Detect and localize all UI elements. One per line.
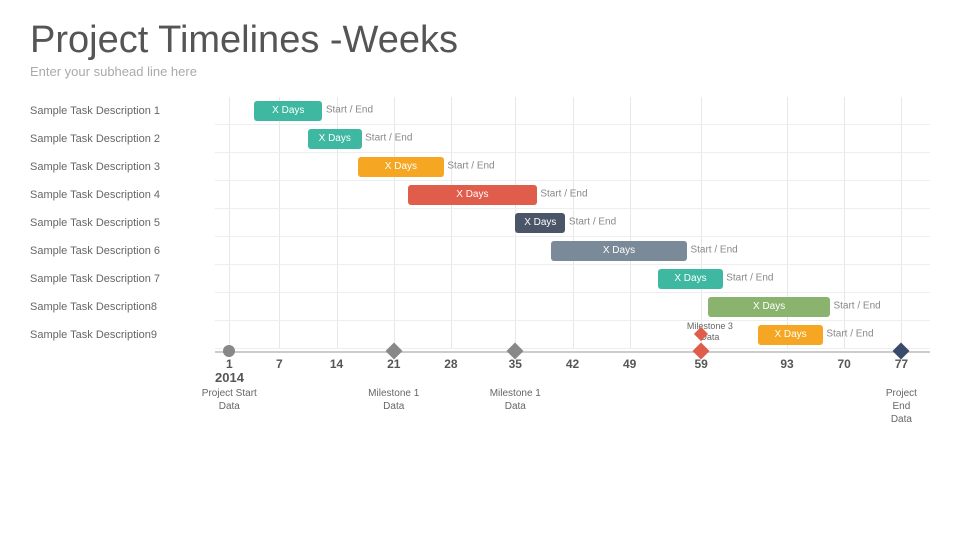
- axis-week-tick: 42: [566, 357, 579, 371]
- milestone-axis-label: Milestone 1Data: [368, 387, 419, 413]
- task-label: Sample Task Description8: [30, 293, 215, 321]
- gantt-row: X Days Start / End: [215, 265, 930, 293]
- milestone-axis-label: Project EndData: [886, 387, 917, 426]
- gantt-bar: X Days: [758, 325, 822, 345]
- task-label: Sample Task Description9: [30, 321, 215, 349]
- task-label: Sample Task Description 7: [30, 265, 215, 293]
- gantt-row: X Days Start / End: [215, 209, 930, 237]
- gantt-bar: X Days: [358, 157, 444, 177]
- year-label: 2014: [215, 370, 244, 385]
- gantt-bar: X Days: [551, 241, 687, 261]
- page: Project Timelines -Weeks Enter your subh…: [0, 0, 960, 540]
- start-end-label: Start / End: [690, 245, 737, 256]
- start-end-label: Start / End: [726, 273, 773, 284]
- axis-container: 1714212835424959937077: [215, 351, 930, 383]
- gantt-bar: X Days: [254, 101, 322, 121]
- milestone-inline-label: Milestone 3Data: [687, 321, 733, 343]
- gantt-row: X Days Start / End: [215, 97, 930, 125]
- milestone-labels-row: Project StartDataMilestone 1DataMileston…: [215, 383, 930, 423]
- gantt-row: X DaysStart / End: [215, 293, 930, 321]
- task-label: Sample Task Description 3: [30, 153, 215, 181]
- task-label: Sample Task Description 5: [30, 209, 215, 237]
- chart-area: Sample Task Description 1Sample Task Des…: [30, 97, 930, 423]
- start-end-label: Start / End: [833, 301, 880, 312]
- gantt-row: X DaysStart / End: [215, 153, 930, 181]
- start-end-label: Start / End: [365, 133, 412, 144]
- start-end-label: Start / End: [326, 105, 373, 116]
- axis-week-tick: 28: [444, 357, 457, 371]
- gantt-bar: X Days: [658, 269, 722, 289]
- gantt-row: X DaysStart / End: [215, 237, 930, 265]
- gantt-bar: X Days: [515, 213, 565, 233]
- axis-week-tick: 70: [838, 357, 851, 371]
- task-label: Sample Task Description 2: [30, 125, 215, 153]
- start-end-label: Start / End: [540, 189, 587, 200]
- axis-line: [215, 351, 930, 353]
- start-end-label: Start / End: [826, 329, 873, 340]
- start-end-label: Start / End: [447, 161, 494, 172]
- page-title: Project Timelines -Weeks: [30, 20, 930, 62]
- milestone-axis-label: Project StartData: [202, 387, 257, 413]
- gantt-bar: X Days: [708, 297, 830, 317]
- gantt-bar: X Days: [408, 185, 537, 205]
- gantt-bar: X Days: [308, 129, 362, 149]
- axis-week-tick: 7: [276, 357, 283, 371]
- start-end-label: Start / End: [569, 217, 616, 228]
- axis-week-tick: 49: [623, 357, 636, 371]
- task-label: Sample Task Description 1: [30, 97, 215, 125]
- gantt-chart: X DaysStart / EndX DaysStart / EndX Days…: [215, 97, 930, 423]
- axis-week-tick: 14: [330, 357, 343, 371]
- gantt-row: X DaysStart / End: [215, 181, 930, 209]
- milestone-axis-label: Milestone 1Data: [490, 387, 541, 413]
- axis-week-tick: 1: [226, 357, 233, 371]
- project-start-marker: [223, 345, 235, 357]
- gantt-row: Milestone 3Data X Days Start / End: [215, 321, 930, 349]
- task-label: Sample Task Description 6: [30, 237, 215, 265]
- gantt-row: X DaysStart / End: [215, 125, 930, 153]
- axis-week-tick: 93: [780, 357, 793, 371]
- gantt-rows: X DaysStart / EndX DaysStart / EndX Days…: [215, 97, 930, 349]
- page-subtitle: Enter your subhead line here: [30, 64, 930, 79]
- task-label: Sample Task Description 4: [30, 181, 215, 209]
- task-labels: Sample Task Description 1Sample Task Des…: [30, 97, 215, 423]
